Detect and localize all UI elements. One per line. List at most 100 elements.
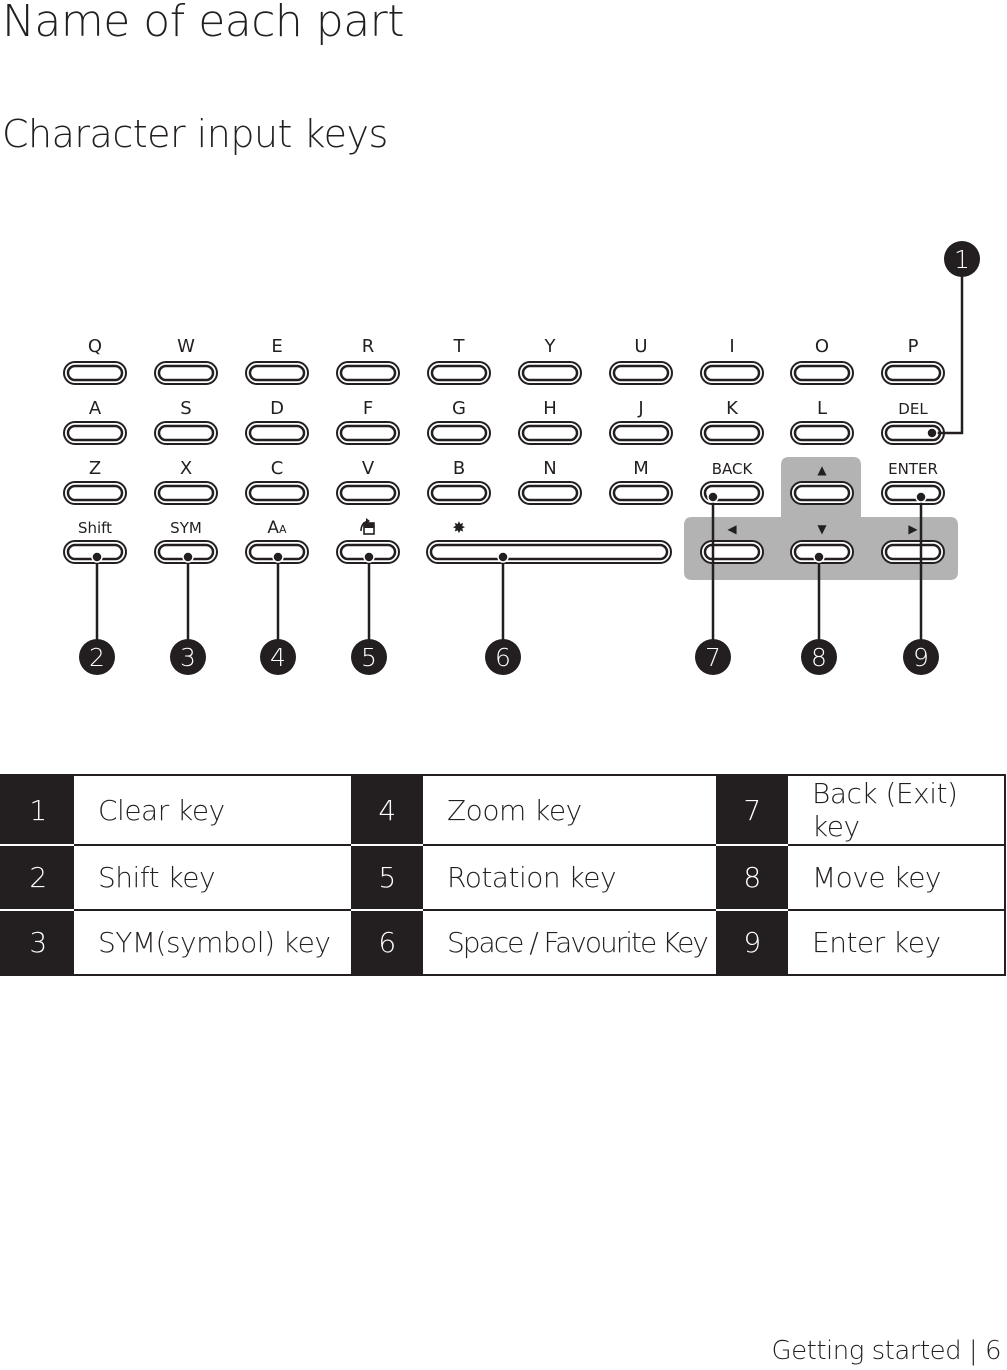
leader-line [932,259,964,435]
star-icon: ✸ [452,518,465,537]
legend-number: 1 [1,775,74,845]
legend-number: 3 [1,909,74,975]
svg-text:1: 1 [954,245,970,274]
key-label: BACK [712,460,754,478]
key-label: V [362,458,375,479]
key-k2-4[interactable] [427,481,491,505]
legend-label: Zoom key [447,793,582,827]
key-k2-3[interactable] [336,481,400,505]
key-label: F [363,398,373,419]
legend-label: Move key [788,844,1005,910]
callout-8: 8 [801,639,837,675]
callout-4: 4 [260,639,296,675]
key-k0-5[interactable] [518,361,582,385]
key-k2-0[interactable] [63,481,127,505]
callout-9: 9 [903,639,939,675]
key-k0-7[interactable] [700,361,764,385]
key-k0-2[interactable] [245,361,309,385]
legend-row: 2 Shift key 5 Rotation key 8 Move key [1,844,1005,910]
callout-6: 6 [485,639,521,675]
svg-text:6: 6 [495,643,511,672]
key-k1-5[interactable] [518,421,582,445]
key-label: T [453,336,466,357]
legend-number: 5 [351,844,423,910]
key-k1-6[interactable] [609,421,673,445]
callout-5: 5 [351,639,387,675]
key-label: G [452,398,466,419]
key-legend-table: 1 Clear key 4 Zoom key 7 Back (Exit) key 2 Shif… [0,774,1006,976]
legend-number: 7 [716,775,788,845]
svg-text:9: 9 [913,643,929,672]
keyboard-diagram: Q W E R T Y U I O P A S D F G H J K L DEL Z X C V B N M BACK ▲ ENTER S… [63,241,980,675]
key-label: DEL [898,400,928,418]
legend-label: Shift key [74,844,351,910]
key-k3-7[interactable] [700,540,764,564]
page-title: Name of each part [2,0,405,47]
key-k1-7[interactable] [700,421,764,445]
key-k2-1[interactable] [154,481,218,505]
arrow-icon: ▶ [908,522,918,536]
key-k2-8[interactable] [790,481,854,505]
key-label: B [453,458,465,479]
key-label: Shift [78,519,112,537]
legend-number: 2 [1,844,74,910]
svg-text:2: 2 [89,643,105,672]
key-label: SYM [170,519,202,537]
key-label: Z [89,458,101,479]
key-k0-3[interactable] [336,361,400,385]
key-enter[interactable] [881,481,945,505]
key-k0-0[interactable] [63,361,127,385]
key-label: E [271,336,282,357]
key-label: ENTER [888,460,938,478]
zoom-icon: AA [267,518,287,538]
key-k1-1[interactable] [154,421,218,445]
key-k2-2[interactable] [245,481,309,505]
callout-7: 7 [695,639,731,675]
key-label: M [633,458,649,479]
page-footer: Getting started | 6 [771,1336,1002,1366]
legend-row: 3 SYM(symbol) key 6 Space / Favourite Key 9 E… [1,909,1005,975]
key-label: K [726,398,739,419]
legend-number: 8 [716,844,788,910]
key-label: H [543,398,557,419]
key-label: C [271,458,284,479]
rotation-icon [360,518,375,535]
key-k1-2[interactable] [245,421,309,445]
key-label: O [815,336,829,357]
key-k1-8[interactable] [790,421,854,445]
svg-text:5: 5 [361,643,377,672]
legend-label: Back (Exit) key [812,777,958,843]
key-label: U [634,336,647,357]
key-k2-6[interactable] [609,481,673,505]
key-label: N [543,458,556,479]
arrow-icon: ▼ [817,522,827,536]
key-k0-9[interactable] [881,361,945,385]
key-label: R [362,336,375,357]
key-label: J [637,398,643,419]
key-k1-4[interactable] [427,421,491,445]
key-label: Y [544,336,557,357]
legend-number: 9 [716,909,788,975]
key-k1-3[interactable] [336,421,400,445]
key-k0-1[interactable] [154,361,218,385]
key-label: I [729,336,734,357]
svg-text:3: 3 [180,643,196,672]
key-k0-8[interactable] [790,361,854,385]
key-label: S [180,398,191,419]
key-k2-5[interactable] [518,481,582,505]
legend-row: 1 Clear key 4 Zoom key 7 Back (Exit) key [1,775,1005,845]
key-k0-4[interactable] [427,361,491,385]
callout-1: 1 [944,241,980,277]
key-k1-0[interactable] [63,421,127,445]
key-k3-9[interactable] [881,540,945,564]
legend-label: Rotation key [423,844,716,910]
space-favourite-key[interactable] [426,540,672,564]
legend-label: SYM(symbol) key [74,909,351,975]
legend-number: 6 [351,909,423,975]
key-label: Q [88,336,102,357]
key-label: X [180,458,192,479]
arrow-icon: ▲ [817,463,827,477]
callout-2: 2 [79,639,115,675]
legend-number: 4 [351,775,423,845]
key-k0-6[interactable] [609,361,673,385]
